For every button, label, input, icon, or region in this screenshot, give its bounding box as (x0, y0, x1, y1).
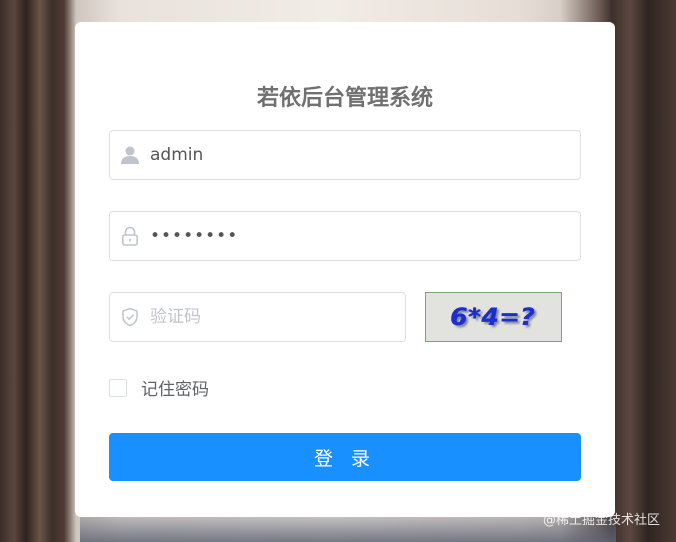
captcha-text: 6*4=? (451, 303, 536, 331)
watermark: @稀土掘金技术社区 (542, 513, 660, 528)
username-input[interactable] (150, 131, 580, 179)
remember-label: 记住密码 (141, 380, 209, 400)
captcha-image[interactable]: 6*4=? (425, 292, 562, 342)
remember-checkbox[interactable] (109, 378, 127, 397)
captcha-field[interactable] (109, 292, 406, 342)
username-field[interactable] (109, 130, 581, 180)
page-title: 若依后台管理系统 (256, 86, 433, 111)
login-button[interactable]: 登 录 (109, 433, 581, 481)
login-card: 若依后台管理系统 6*4=? (75, 22, 615, 517)
password-field[interactable] (109, 211, 581, 261)
user-icon (110, 145, 150, 165)
password-input[interactable] (150, 212, 580, 260)
captcha-input[interactable] (150, 293, 405, 341)
remember-password[interactable]: 记住密码 (109, 375, 209, 400)
lock-icon (110, 226, 150, 246)
shield-check-icon (110, 307, 150, 327)
